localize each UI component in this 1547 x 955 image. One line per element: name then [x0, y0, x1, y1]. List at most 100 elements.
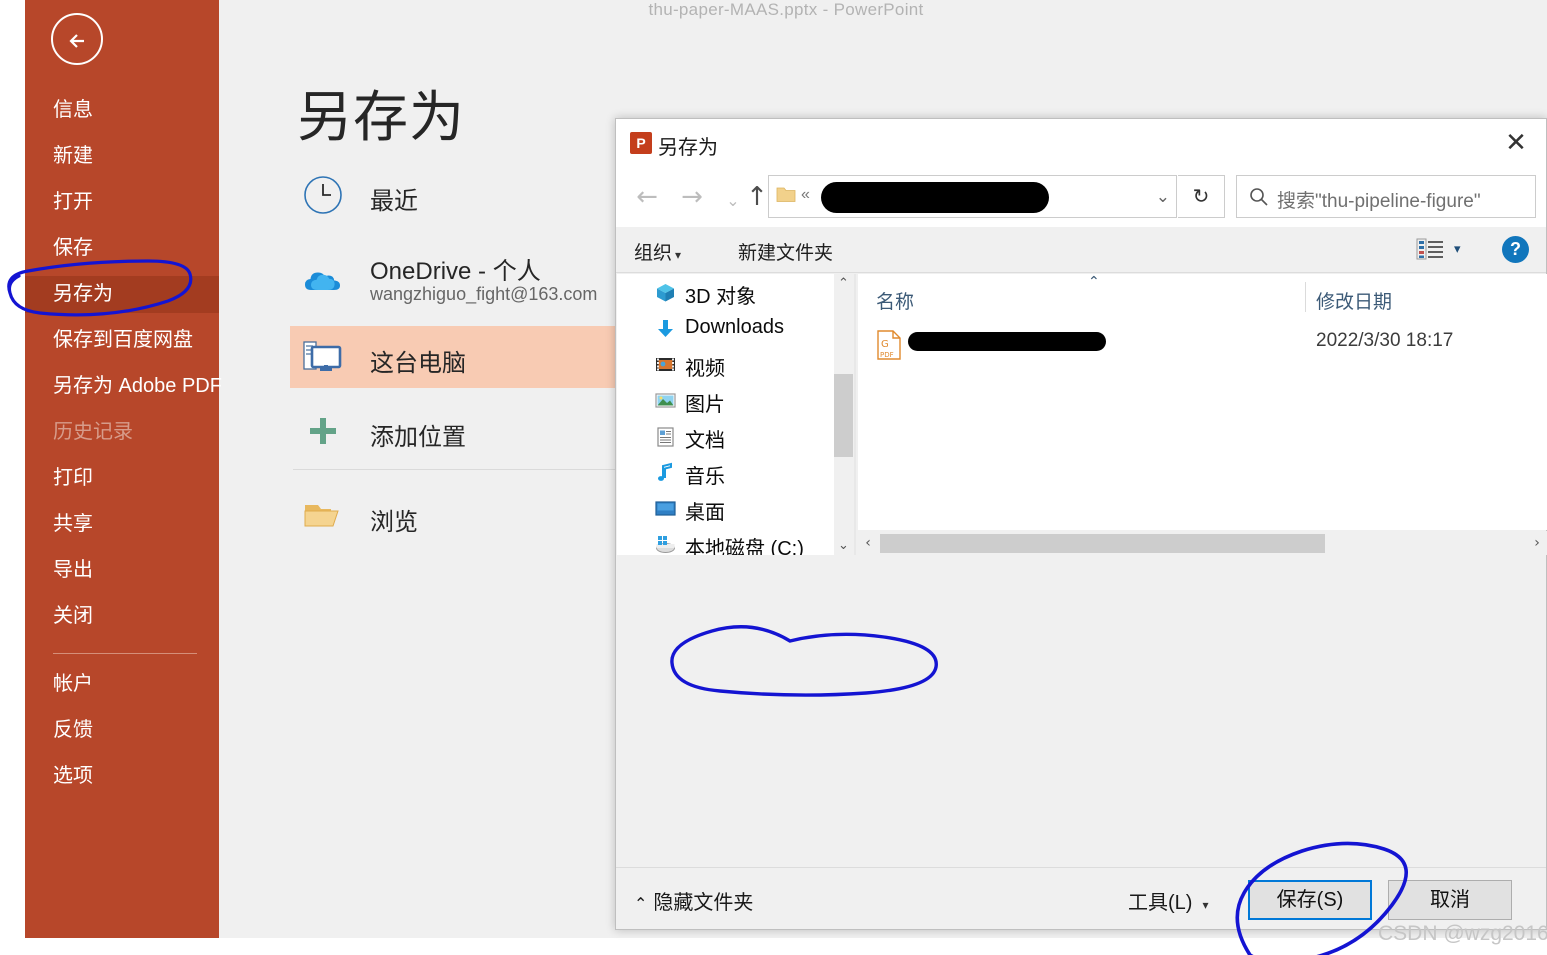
rail-item-feedback[interactable]: 反馈 — [25, 712, 219, 749]
file-list: ⌃ 名称 修改日期 PDF G 2022/3/30 18:17 — [858, 274, 1547, 530]
address-separator: « — [801, 186, 810, 203]
arrow-right-icon[interactable]: → — [675, 181, 709, 213]
place-label-add-location: 添加位置 — [370, 424, 466, 451]
scrollbar-thumb[interactable] — [834, 374, 853, 457]
place-item-add-location[interactable]: 添加位置 — [290, 400, 645, 462]
rail-divider — [53, 653, 197, 654]
screen: thu-paper-MAAS.pptx - PowerPoint 信息 新建 打… — [0, 0, 1547, 955]
rail-item-share[interactable]: 共享 — [25, 506, 219, 543]
download-icon — [655, 318, 676, 339]
watermark: CSDN @wzg2016 — [1378, 922, 1547, 945]
tree-label: 桌面 — [685, 502, 725, 524]
backstage-divider — [293, 469, 643, 470]
desktop-icon — [655, 498, 676, 519]
dialog-title-text: 另存为 — [658, 137, 718, 159]
file-modified-date: 2022/3/30 18:17 — [1316, 330, 1454, 351]
save-button[interactable]: 保存(S) — [1248, 880, 1372, 920]
svg-text:G: G — [881, 339, 889, 350]
rail-item-new[interactable]: 新建 — [25, 138, 219, 175]
rail-item-save[interactable]: 保存 — [25, 230, 219, 267]
tree-label: 图片 — [685, 394, 725, 416]
rail-item-history: 历史记录 — [53, 421, 133, 443]
file-list-hscrollbar[interactable]: ‹ › — [858, 531, 1547, 555]
column-header-name[interactable]: 名称 — [876, 287, 914, 314]
place-item-recent[interactable]: 最近 — [290, 164, 645, 226]
tree-label: 3D 对象 — [685, 286, 757, 308]
place-sub-onedrive-account: wangzhiguo_fight@163.com — [370, 284, 598, 304]
tree-item-desktop[interactable]: 桌面 — [617, 490, 834, 526]
arrow-left-icon[interactable]: ← — [630, 181, 664, 213]
powerpoint-icon: P — [630, 132, 652, 154]
help-icon[interactable]: ? — [1502, 236, 1529, 263]
onedrive-cloud-icon — [300, 260, 346, 306]
pane-splitter[interactable] — [854, 274, 856, 555]
tree-item-pictures[interactable]: 图片 — [617, 382, 834, 418]
file-name-redacted — [908, 332, 1106, 351]
tree-label: 本地磁盘 (C:) — [685, 538, 804, 555]
rail-item-export[interactable]: 导出 — [25, 552, 219, 589]
hide-folders-label: 隐藏文件夹 — [653, 892, 754, 914]
sort-ascending-icon: ⌃ — [1088, 274, 1100, 290]
rail-item-account[interactable]: 帐户 — [25, 666, 219, 703]
save-form: 文件名(N): ⌄ 保存类型(T): PDF(*.pdf) ⌄ 作者: 标记: … — [616, 556, 1546, 891]
place-item-onedrive[interactable]: OneDrive - 个人 wangzhiguo_fight@163.com — [290, 246, 645, 318]
cancel-button[interactable]: 取消 — [1388, 880, 1512, 920]
new-folder-button[interactable]: 新建文件夹 — [738, 238, 833, 265]
place-item-this-pc[interactable]: 这台电脑 — [290, 326, 645, 388]
rail-item-save-as[interactable]: 另存为 — [25, 276, 219, 313]
close-icon[interactable]: ✕ — [1494, 125, 1538, 161]
tree-item-downloads[interactable]: Downloads — [617, 310, 834, 346]
rail-item-options[interactable]: 选项 — [25, 758, 219, 795]
tree-scrollbar[interactable]: ⌃ ⌄ — [834, 274, 853, 555]
page-title: 另存为 — [297, 86, 466, 148]
windows-drive-icon — [655, 534, 676, 555]
backstage-nav-rail: 信息 新建 打开 保存 另存为 保存到百度网盘 另存为 Adobe PDF 历史… — [25, 0, 222, 938]
tree-item-documents[interactable]: 文档 — [617, 418, 834, 454]
videos-icon — [655, 354, 676, 375]
place-label-onedrive: OneDrive - 个人 — [370, 258, 541, 285]
place-label-this-pc: 这台电脑 — [370, 350, 466, 377]
column-header-date[interactable]: 修改日期 — [1316, 287, 1392, 314]
search-box[interactable]: 搜索"thu-pipeline-figure" — [1236, 175, 1536, 218]
address-value-redacted — [821, 182, 1049, 213]
pictures-icon — [655, 390, 676, 411]
search-icon — [1249, 187, 1269, 212]
rail-item-save-to-baidu[interactable]: 保存到百度网盘 — [25, 322, 219, 359]
rail-item-open[interactable]: 打开 — [25, 184, 219, 221]
organize-button[interactable]: 组织 ▾ — [634, 238, 681, 265]
column-divider — [1305, 282, 1306, 312]
powerpoint-title: thu-paper-MAAS.pptx - PowerPoint — [25, 0, 1547, 26]
list-view-icon[interactable] — [1416, 237, 1444, 261]
tree-item-videos[interactable]: 视频 — [617, 346, 834, 382]
rail-item-info[interactable]: 信息 — [25, 92, 219, 129]
address-bar[interactable]: « ⌄ — [768, 175, 1177, 218]
chevron-left-icon[interactable]: ‹ — [858, 531, 878, 555]
hscrollbar-thumb[interactable] — [880, 534, 1325, 553]
rail-item-print[interactable]: 打印 — [25, 460, 219, 497]
chevron-down-icon[interactable]: ⌄ — [834, 536, 853, 555]
place-item-browse[interactable]: 浏览 — [290, 485, 645, 547]
tools-button[interactable]: 工具(L) ▾ — [1128, 886, 1208, 915]
rail-item-save-as-adobe-pdf[interactable]: 另存为 Adobe PDF — [25, 368, 222, 405]
tools-label: 工具(L) — [1128, 892, 1193, 914]
chevron-down-icon-viewmode[interactable]: ▾ — [1454, 242, 1461, 257]
pdf-file-icon: PDF G — [876, 330, 902, 360]
back-arrow-icon[interactable] — [51, 13, 103, 65]
hide-folders-button[interactable]: ⌃ 隐藏文件夹 — [634, 886, 753, 915]
chevron-right-icon[interactable]: › — [1527, 531, 1547, 555]
tree-item-3d-objects[interactable]: 3D 对象 — [617, 274, 834, 310]
chevron-down-icon-address[interactable]: ⌄ — [1156, 187, 1170, 207]
chevron-down-icon-tools: ▾ — [1202, 898, 1209, 912]
tree-item-music[interactable]: 音乐 — [617, 454, 834, 490]
documents-icon — [655, 426, 676, 447]
refresh-icon[interactable]: ↻ — [1178, 175, 1225, 218]
navigation-tree: 3D 对象 Downloads 视频 图片 文档 音乐 桌面 本地磁盘 (C:) — [617, 274, 834, 555]
chevron-up-icon-hide-folders: ⌃ — [634, 894, 648, 913]
tree-item-local-disk-c[interactable]: 本地磁盘 (C:) — [617, 526, 834, 555]
chevron-up-icon[interactable]: ⌃ — [834, 274, 853, 293]
place-label-browse: 浏览 — [370, 509, 418, 536]
dialog-toolbar: 组织 ▾ 新建文件夹 ▾ ? — [616, 227, 1546, 273]
svg-text:PDF: PDF — [880, 351, 894, 359]
rail-item-close[interactable]: 关闭 — [25, 598, 219, 635]
folder-icon — [300, 493, 346, 539]
